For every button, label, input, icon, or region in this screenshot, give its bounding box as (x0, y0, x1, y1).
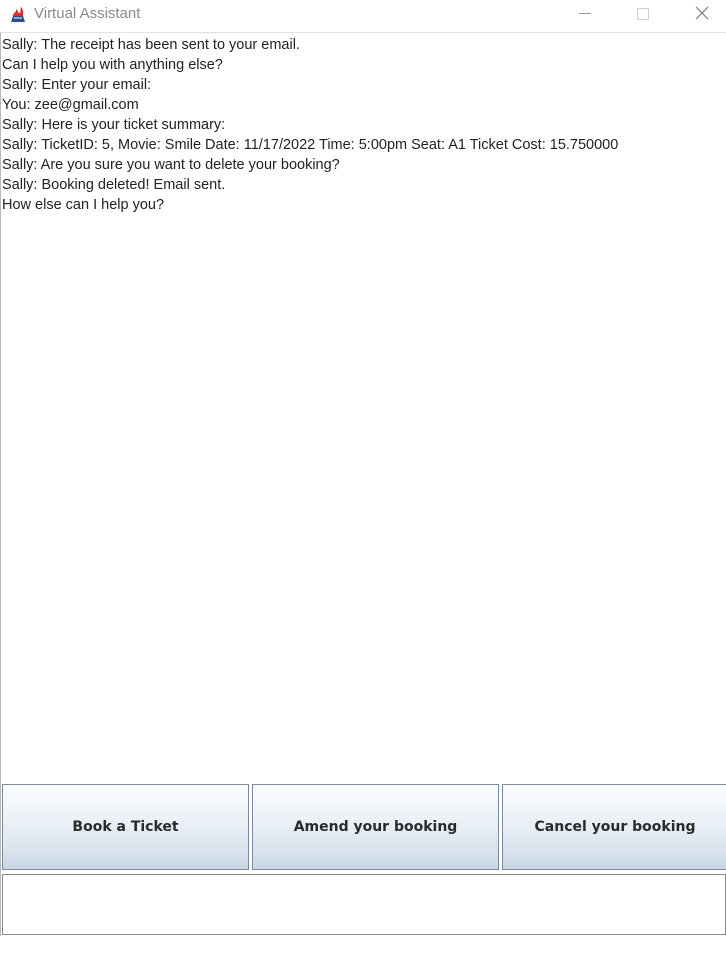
chat-line: You: zee@gmail.com (2, 97, 139, 113)
chat-line: Sally: Here is your ticket summary: (2, 117, 226, 133)
amend-booking-button[interactable]: Amend your booking (252, 784, 499, 870)
maximize-icon[interactable] (620, 0, 666, 28)
message-input[interactable] (2, 874, 726, 935)
book-ticket-button[interactable]: Book a Ticket (2, 784, 249, 870)
minimize-icon[interactable] (562, 0, 608, 28)
chat-line: Sally: The receipt has been sent to your… (2, 37, 300, 53)
chat-line: Can I help you with anything else? (2, 57, 223, 73)
window-footer (0, 936, 726, 967)
chat-line: Sally: TicketID: 5, Movie: Smile Date: 1… (2, 137, 619, 153)
chat-line: How else can I help you? (2, 197, 165, 213)
chat-line: Sally: Are you sure you want to delete y… (2, 157, 340, 173)
cancel-booking-button[interactable]: Cancel your booking (502, 784, 726, 870)
app-window: Virtual Assistant Sally: The receipt has… (0, 0, 726, 967)
window-title: Virtual Assistant (34, 5, 141, 22)
title-bar[interactable]: Virtual Assistant (0, 0, 726, 28)
close-icon[interactable] (679, 0, 725, 28)
chat-transcript[interactable]: Sally: The receipt has been sent to your… (0, 32, 726, 782)
chat-line: Sally: Enter your email: (2, 77, 152, 93)
java-coffee-cup-icon (8, 4, 28, 24)
chat-lines: Sally: The receipt has been sent to your… (2, 35, 618, 215)
chat-line: Sally: Booking deleted! Email sent. (2, 177, 226, 193)
